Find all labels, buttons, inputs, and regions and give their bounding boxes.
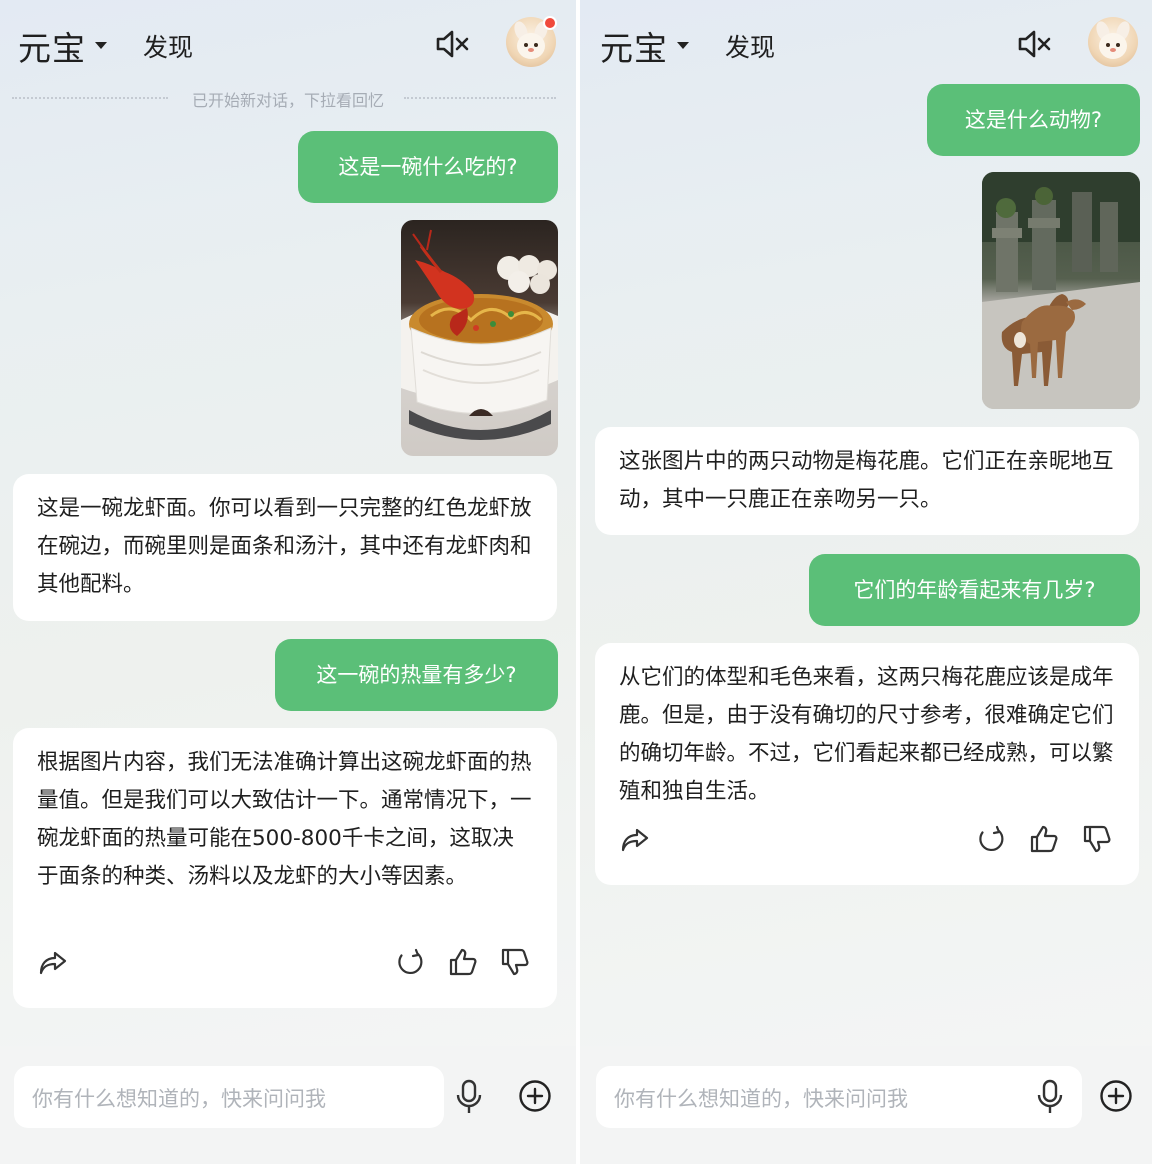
user-message-bubble[interactable]: 这是一碗什么吃的?: [298, 131, 558, 203]
app-title[interactable]: 元宝: [18, 22, 86, 70]
assistant-message-text: 根据图片内容，我们无法准确计算出这碗龙虾面的热量值。但是我们可以大致估计一下。通…: [37, 750, 532, 889]
thumbs-up-icon[interactable]: [1028, 823, 1060, 855]
share-icon[interactable]: [619, 823, 651, 855]
assistant-message-text: 从它们的体型和毛色来看，这两只梅花鹿应该是成年鹿。但是，由于没有确切的尺寸参考，…: [619, 665, 1114, 804]
assistant-message-bubble: 这张图片中的两只动物是梅花鹿。它们正在亲昵地互动，其中一只鹿正在亲吻另一只。: [595, 427, 1139, 535]
input-placeholder: 你有什么想知道的，快来问问我: [32, 1087, 326, 1111]
assistant-message-bubble: 这是一碗龙虾面。你可以看到一只完整的红色龙虾放在碗边，而碗里则是面条和汤汁，其中…: [13, 474, 557, 621]
share-icon[interactable]: [37, 946, 69, 978]
message-input[interactable]: 你有什么想知道的，快来问问我: [596, 1066, 1082, 1128]
thumbs-up-icon[interactable]: [447, 946, 479, 978]
regenerate-icon[interactable]: [975, 823, 1007, 855]
plus-icon[interactable]: [1099, 1079, 1133, 1113]
discover-tab[interactable]: 发现: [725, 28, 775, 64]
mic-icon[interactable]: [454, 1079, 484, 1115]
deer-photo[interactable]: [982, 172, 1140, 409]
user-message-bubble[interactable]: 这是什么动物?: [927, 84, 1140, 156]
app-title[interactable]: 元宝: [600, 22, 668, 70]
mute-icon[interactable]: [1016, 26, 1052, 62]
notification-dot: [543, 16, 557, 30]
input-placeholder: 你有什么想知道的，快来问问我: [614, 1087, 908, 1111]
left-chat-screen: 元宝 发现 已开始新对话，下拉看回忆 这是一碗什么吃的? 这是一碗龙虾面。你可以…: [0, 0, 576, 1164]
new-chat-divider-text: 已开始新对话，下拉看回忆: [191, 91, 384, 110]
user-message-bubble[interactable]: 它们的年龄看起来有几岁?: [809, 554, 1140, 626]
header: 元宝 发现: [580, 0, 1152, 86]
regenerate-icon[interactable]: [394, 946, 426, 978]
chevron-down-icon[interactable]: [95, 42, 107, 49]
avatar[interactable]: [1088, 17, 1138, 67]
thumbs-down-icon[interactable]: [1081, 823, 1113, 855]
right-chat-screen: 元宝 发现 这是什么动物? 这张图片中的两只动物是梅花鹿。它们正在亲昵地互动，其…: [580, 0, 1152, 1164]
thumbs-down-icon[interactable]: [499, 946, 531, 978]
header: 元宝 发现: [0, 0, 576, 86]
plus-icon[interactable]: [518, 1079, 552, 1113]
mic-icon[interactable]: [1035, 1079, 1065, 1115]
discover-tab[interactable]: 发现: [143, 28, 193, 64]
chevron-down-icon[interactable]: [677, 42, 689, 49]
lobster-noodle-photo[interactable]: [401, 220, 558, 456]
user-message-bubble[interactable]: 这一碗的热量有多少?: [275, 639, 558, 711]
message-input[interactable]: 你有什么想知道的，快来问问我: [14, 1066, 444, 1128]
mute-icon[interactable]: [434, 26, 470, 62]
